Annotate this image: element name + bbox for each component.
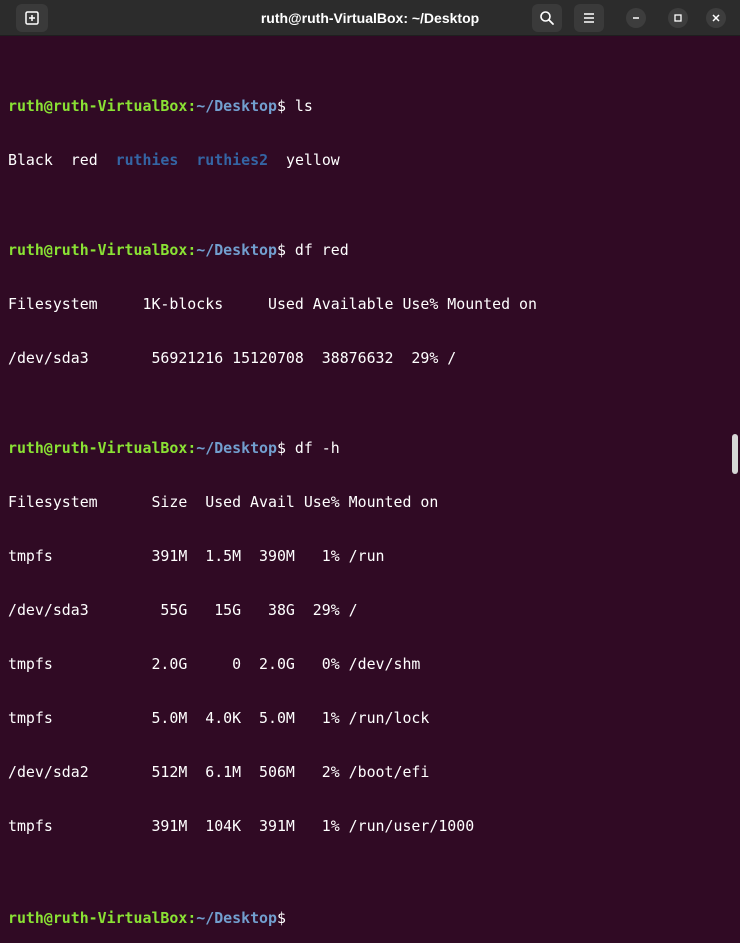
hamburger-menu-icon <box>584 13 594 23</box>
new-tab-icon <box>25 11 39 25</box>
ls-entry: Black <box>8 151 53 169</box>
ls-directory-entry: ruthies2 <box>196 151 269 169</box>
scrollbar-thumb[interactable] <box>732 434 738 474</box>
close-button[interactable] <box>706 8 726 28</box>
prompt-user-host: ruth@ruth-VirtualBox <box>8 97 188 115</box>
prompt-colon: : <box>187 439 197 457</box>
df-header-line: Filesystem 1K-blocks Used Available Use%… <box>8 295 537 313</box>
prompt-path: ~/Desktop <box>196 439 277 457</box>
prompt-line: ruth@ruth-VirtualBox:~/Desktop$ <box>8 907 726 927</box>
prompt-symbol: $ <box>276 241 286 259</box>
df-h-row-line: tmpfs 391M 104K 391M 1% /run/user/1000 <box>8 817 475 835</box>
minimize-button[interactable] <box>626 8 646 28</box>
df-h-row-line: tmpfs 5.0M 4.0K 5.0M 1% /run/lock <box>8 709 430 727</box>
ls-entry: red <box>70 151 98 169</box>
prompt-colon: : <box>187 909 197 927</box>
prompt-user-host: ruth@ruth-VirtualBox <box>8 241 188 259</box>
ls-directory-entry: ruthies <box>115 151 179 169</box>
prompt-user-host: ruth@ruth-VirtualBox <box>8 439 188 457</box>
prompt-line: ruth@ruth-VirtualBox:~/Desktop$ ls <box>8 97 726 115</box>
df-h-header-line: Filesystem Size Used Avail Use% Mounted … <box>8 493 439 511</box>
maximize-button[interactable] <box>668 8 688 28</box>
prompt-colon: : <box>187 97 197 115</box>
command-text: df -h <box>285 439 340 457</box>
ls-output-line: Black red ruthies ruthies2 yellow <box>8 151 726 169</box>
prompt-user-host: ruth@ruth-VirtualBox <box>8 909 188 927</box>
prompt-path: ~/Desktop <box>196 241 277 259</box>
maximize-icon <box>674 14 682 22</box>
prompt-colon: : <box>187 241 197 259</box>
new-tab-button[interactable] <box>16 4 48 32</box>
df-h-row-line: tmpfs 2.0G 0 2.0G 0% /dev/shm <box>8 655 421 673</box>
terminal-output[interactable]: ruth@ruth-VirtualBox:~/Desktop$ ls Black… <box>8 43 726 927</box>
prompt-path: ~/Desktop <box>196 97 277 115</box>
title-bar: ruth@ruth-VirtualBox: ~/Desktop <box>0 0 740 36</box>
search-icon <box>540 11 554 25</box>
menu-button[interactable] <box>574 4 604 32</box>
scrollbar[interactable] <box>730 38 738 474</box>
df-h-row-line: /dev/sda2 512M 6.1M 506M 2% /boot/efi <box>8 763 430 781</box>
text-cursor <box>286 907 287 923</box>
prompt-symbol: $ <box>276 97 286 115</box>
close-icon <box>712 14 720 22</box>
df-h-row-line: tmpfs 391M 1.5M 390M 1% /run <box>8 547 385 565</box>
prompt-symbol: $ <box>276 909 286 927</box>
df-h-row-line: /dev/sda3 55G 15G 38G 29% / <box>8 601 358 619</box>
df-row-line: /dev/sda3 56921216 15120708 38876632 29%… <box>8 349 457 367</box>
prompt-line: ruth@ruth-VirtualBox:~/Desktop$ df -h <box>8 439 726 457</box>
command-text: ls <box>285 97 313 115</box>
prompt-line: ruth@ruth-VirtualBox:~/Desktop$ df red <box>8 241 726 259</box>
command-text: df red <box>285 241 349 259</box>
ls-entry: yellow <box>285 151 340 169</box>
prompt-symbol: $ <box>276 439 286 457</box>
prompt-path: ~/Desktop <box>196 909 277 927</box>
minimize-icon <box>633 17 639 19</box>
search-button[interactable] <box>532 4 562 32</box>
